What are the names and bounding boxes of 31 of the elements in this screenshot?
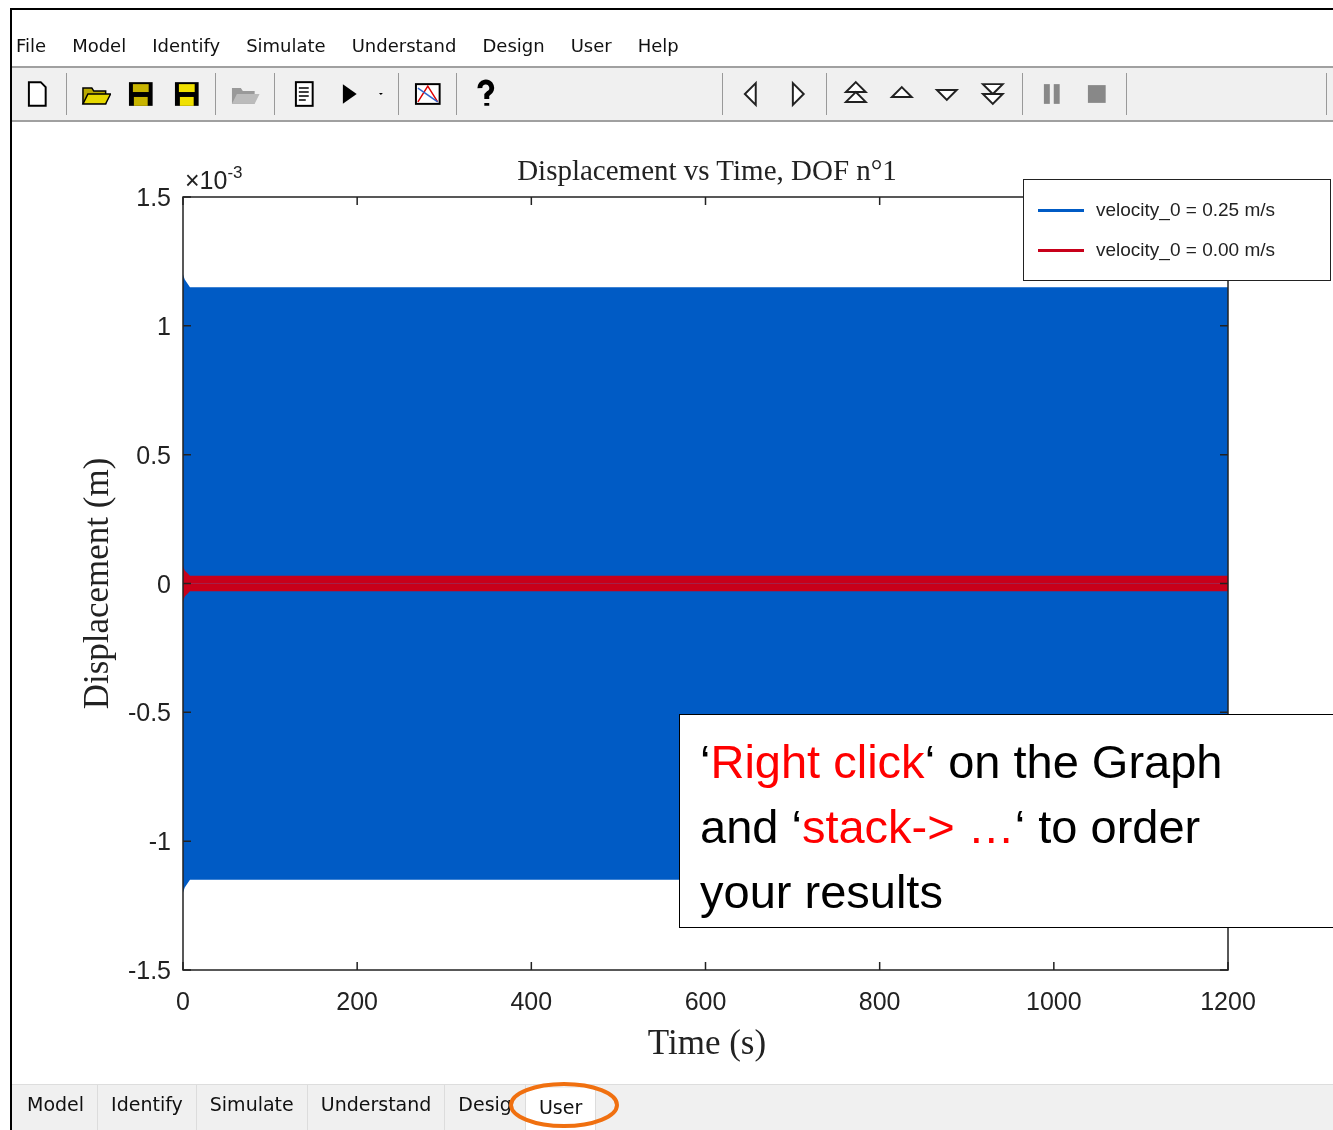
menu-item[interactable]: Model — [72, 35, 127, 56]
x-tick-label: 0 — [176, 987, 190, 1015]
x-tick-label: 1200 — [1200, 987, 1256, 1015]
x-tick-label: 600 — [684, 987, 727, 1015]
menu-item[interactable]: Design — [482, 35, 545, 56]
y-tick-label: -1 — [148, 827, 171, 856]
legend-label: velocity_0 = 0.25 m/s — [1096, 199, 1275, 221]
menu-item[interactable]: User — [570, 35, 612, 56]
chart-title: Displacement vs Time, DOF n°1 — [517, 154, 897, 186]
menu-item[interactable]: Understand — [351, 35, 457, 56]
y-tick-label: 0 — [157, 569, 171, 598]
x-tick-label: 400 — [510, 987, 553, 1015]
x-tick-label: 200 — [336, 987, 379, 1015]
y-axis-label: Displacement (m) — [77, 457, 116, 710]
menu-item[interactable]: Help — [637, 35, 679, 56]
y-tick-label: -1.5 — [127, 956, 171, 984]
legend-line — [1038, 248, 1084, 252]
x-tick-label: 800 — [858, 987, 901, 1015]
callout-text: ‘Right click‘ on the Graph and ‘stack-> …‘ to order your results — [700, 734, 1224, 920]
menu-item[interactable]: Identify — [152, 35, 221, 56]
y-tick-label: 1 — [157, 311, 171, 340]
axis-multiplier: ×10$^{-3}$ — [185, 163, 243, 194]
legend-line — [1038, 208, 1084, 212]
legend-label: velocity_0 = 0.00 m/s — [1096, 239, 1275, 261]
menu-item[interactable]: Simulate — [246, 35, 326, 56]
y-tick-label: 0.5 — [136, 440, 171, 469]
y-tick-label: -0.5 — [127, 698, 171, 727]
x-axis-label: Time (s) — [647, 1023, 767, 1062]
menu-item[interactable]: File — [16, 35, 47, 56]
y-tick-label: 1.5 — [136, 183, 171, 211]
x-tick-label: 1000 — [1026, 987, 1082, 1015]
